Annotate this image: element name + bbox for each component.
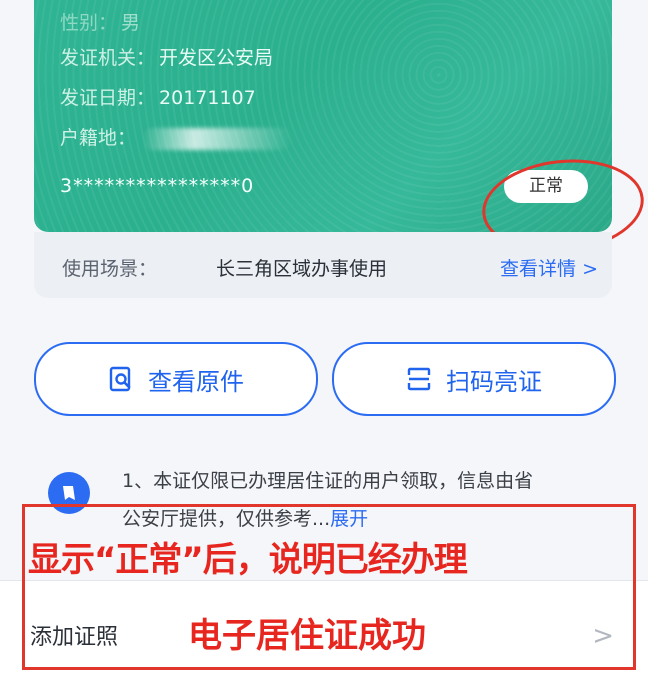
issuer-label: 发证机关： xyxy=(60,47,156,69)
scan-icon xyxy=(407,367,431,391)
gender-value: 男 xyxy=(121,12,141,34)
gender-row: 性别：男 xyxy=(60,8,140,35)
gender-label: 性别： xyxy=(60,12,118,34)
scan-code-button[interactable]: 扫码亮证 xyxy=(332,342,616,416)
usage-label: 使用场景： xyxy=(62,258,158,280)
view-original-button[interactable]: 查看原件 xyxy=(34,342,318,416)
issuer-value: 开发区公安局 xyxy=(159,47,274,69)
view-details-link[interactable]: 查看详情 > xyxy=(500,254,598,281)
annotation-line-1: 显示“正常”后，说明已经办理 xyxy=(28,540,468,580)
document-search-icon xyxy=(109,366,131,392)
view-original-label: 查看原件 xyxy=(148,367,244,396)
scan-code-label: 扫码亮证 xyxy=(446,367,542,396)
usage-value: 长三角区域办事使用 xyxy=(216,258,388,280)
annotation-line-2: 电子居住证成功 xyxy=(188,616,426,656)
issue-date-row: 发证日期： 20171107 xyxy=(60,83,256,110)
id-number: 3****************0 xyxy=(60,175,255,197)
address-row: 户籍地： xyxy=(60,123,293,150)
address-redacted xyxy=(142,127,293,150)
address-label: 户籍地： xyxy=(60,127,137,149)
issue-date-value: 20171107 xyxy=(159,87,256,109)
notice-line-1: 1、本证仅限已办理居住证的用户领取，信息由省 xyxy=(122,470,534,492)
usage-scene-bar: 使用场景： 长三角区域办事使用 查看详情 > xyxy=(34,232,612,298)
issue-date-label: 发证日期： xyxy=(60,87,156,109)
issuer-row: 发证机关： 开发区公安局 xyxy=(60,43,273,70)
